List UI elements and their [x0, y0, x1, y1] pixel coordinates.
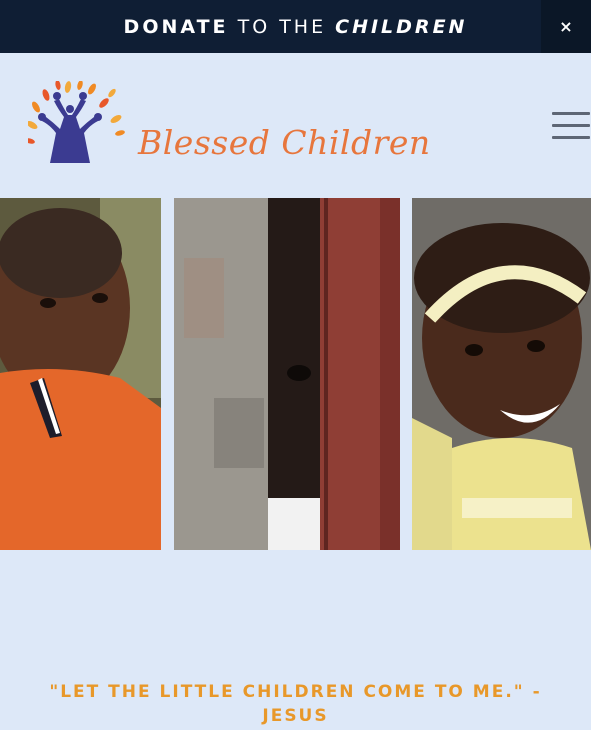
to-the-word: TO THE	[237, 15, 327, 38]
donate-word: DONATE	[123, 15, 229, 38]
smiling-girl-with-headband-photo	[412, 198, 591, 550]
hamburger-menu-icon[interactable]	[552, 112, 590, 142]
boy-in-orange-shirt-photo	[0, 198, 161, 550]
site-header: Blessed Children	[0, 53, 591, 198]
menu-line	[552, 136, 590, 139]
close-banner-button[interactable]: ×	[541, 0, 591, 53]
child-peeking-behind-wall-photo	[174, 198, 400, 550]
brand-name[interactable]: Blessed Children	[138, 123, 431, 162]
children-word: CHILDREN	[335, 15, 468, 38]
tree-of-people-logo[interactable]	[28, 81, 128, 167]
hero-photo-strip	[0, 198, 591, 550]
scripture-quote: "LET THE LITTLE CHILDREN COME TO ME." - …	[49, 682, 542, 726]
menu-line	[552, 124, 590, 127]
donate-banner-text[interactable]: DONATE TO THE CHILDREN	[124, 16, 468, 38]
donate-banner[interactable]: DONATE TO THE CHILDREN ×	[0, 0, 591, 53]
close-icon: ×	[559, 17, 573, 36]
menu-line	[552, 112, 590, 115]
